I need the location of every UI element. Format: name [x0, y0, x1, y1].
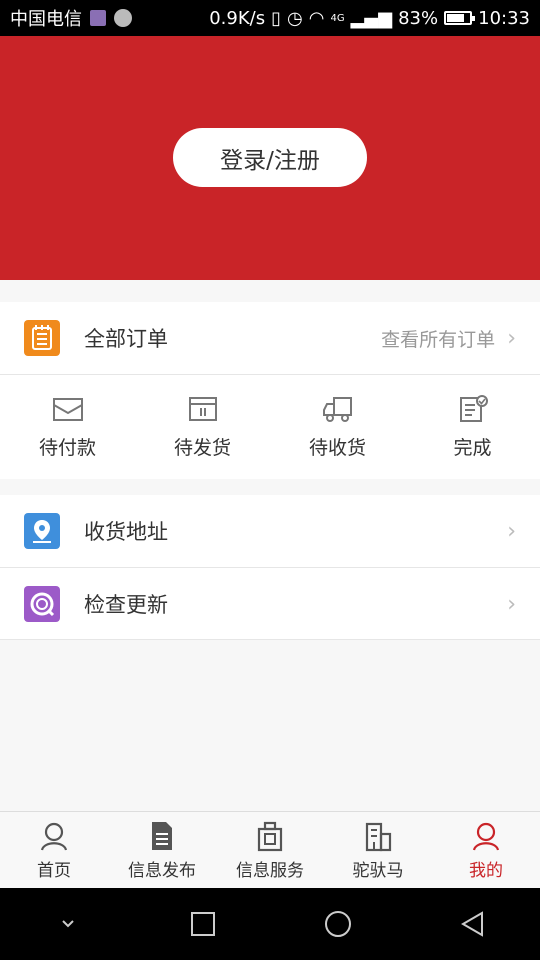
network-speed: 0.9K/s: [209, 7, 266, 29]
truck-icon: [322, 396, 352, 422]
tab-label: 我的: [469, 861, 503, 881]
divider: [0, 639, 540, 640]
tab-home[interactable]: 首页: [0, 812, 108, 889]
collapse-chevron-icon[interactable]: [53, 909, 83, 939]
order-status-pending-shipment[interactable]: 待发货: [135, 375, 270, 479]
recent-apps-icon[interactable]: [188, 909, 218, 939]
order-status-label: 完成: [453, 436, 492, 459]
menu-label: 收货地址: [84, 520, 168, 544]
gallery-notification-icon: [90, 10, 106, 26]
done-document-icon: [459, 394, 488, 422]
signal-icon: ▂▄▆: [350, 7, 393, 29]
tab-mine[interactable]: 我的: [432, 812, 540, 889]
battery-percent: 83%: [398, 7, 439, 29]
tab-tuotuoma[interactable]: 驼驮马: [324, 812, 432, 889]
wifi-icon: ◠: [308, 7, 325, 29]
order-status-row: 待付款 待发货 待收货 完成: [0, 375, 540, 479]
box-icon: [188, 396, 217, 421]
alarm-icon: ◷: [287, 7, 303, 29]
system-navigation-bar: [0, 888, 540, 960]
tab-label: 首页: [37, 861, 71, 881]
order-status-label: 待收货: [308, 436, 366, 459]
status-bar: 中国电信 0.9K/s ▯ ◷ ◠ 4G ▂▄▆ 83% 10:33: [0, 0, 540, 36]
order-status-completed[interactable]: 完成: [405, 375, 540, 479]
building-icon: [365, 822, 392, 852]
order-status-label: 待发货: [173, 436, 231, 459]
network-type: 4G: [330, 12, 345, 24]
home-person-icon: [40, 822, 68, 851]
refresh-icon: [24, 586, 60, 622]
order-status-pending-receipt[interactable]: 待收货: [270, 375, 405, 479]
location-pin-icon: [24, 513, 60, 549]
tab-label: 信息发布: [128, 861, 196, 881]
shipping-address-row[interactable]: 收货地址 ›: [0, 495, 540, 567]
chevron-right-icon: ›: [507, 518, 516, 544]
vibrate-icon: ▯: [271, 7, 282, 29]
tab-service[interactable]: 信息服务: [216, 812, 324, 889]
battery-icon: [444, 11, 476, 25]
all-orders-label: 全部订单: [84, 327, 168, 351]
chevron-right-icon: ›: [507, 591, 516, 617]
bottom-tab-bar: 首页 信息发布 信息服务 驼驮马 我的: [0, 811, 540, 889]
back-triangle-icon[interactable]: [458, 909, 488, 939]
orders-section: 全部订单 查看所有订单 › 待付款 待发货 待收货 完成: [0, 302, 540, 479]
bag-icon: [257, 821, 283, 852]
carrier-name: 中国电信: [10, 9, 82, 30]
order-status-label: 待付款: [38, 436, 96, 459]
clock: 10:33: [478, 7, 530, 29]
chevron-right-icon: ›: [507, 325, 516, 351]
avatar-notification-icon: [114, 9, 132, 27]
settings-menu: 收货地址 › 检查更新 ›: [0, 495, 540, 640]
login-register-button[interactable]: 登录/注册: [173, 128, 367, 187]
home-circle-icon[interactable]: [323, 909, 353, 939]
order-status-pending-payment[interactable]: 待付款: [0, 375, 135, 479]
tab-label: 信息服务: [236, 861, 304, 881]
envelope-icon: [52, 397, 83, 421]
view-all-orders-link[interactable]: 查看所有订单: [381, 325, 495, 352]
all-orders-row[interactable]: 全部订单 查看所有订单 ›: [0, 302, 540, 374]
user-icon: [472, 822, 500, 851]
orders-list-icon: [24, 320, 60, 356]
tab-label: 驼驮马: [352, 861, 404, 881]
check-update-row[interactable]: 检查更新 ›: [0, 568, 540, 640]
tab-publish[interactable]: 信息发布: [108, 812, 216, 889]
profile-header: 登录/注册: [0, 36, 540, 280]
menu-label: 检查更新: [84, 593, 168, 617]
document-icon: [152, 822, 172, 850]
